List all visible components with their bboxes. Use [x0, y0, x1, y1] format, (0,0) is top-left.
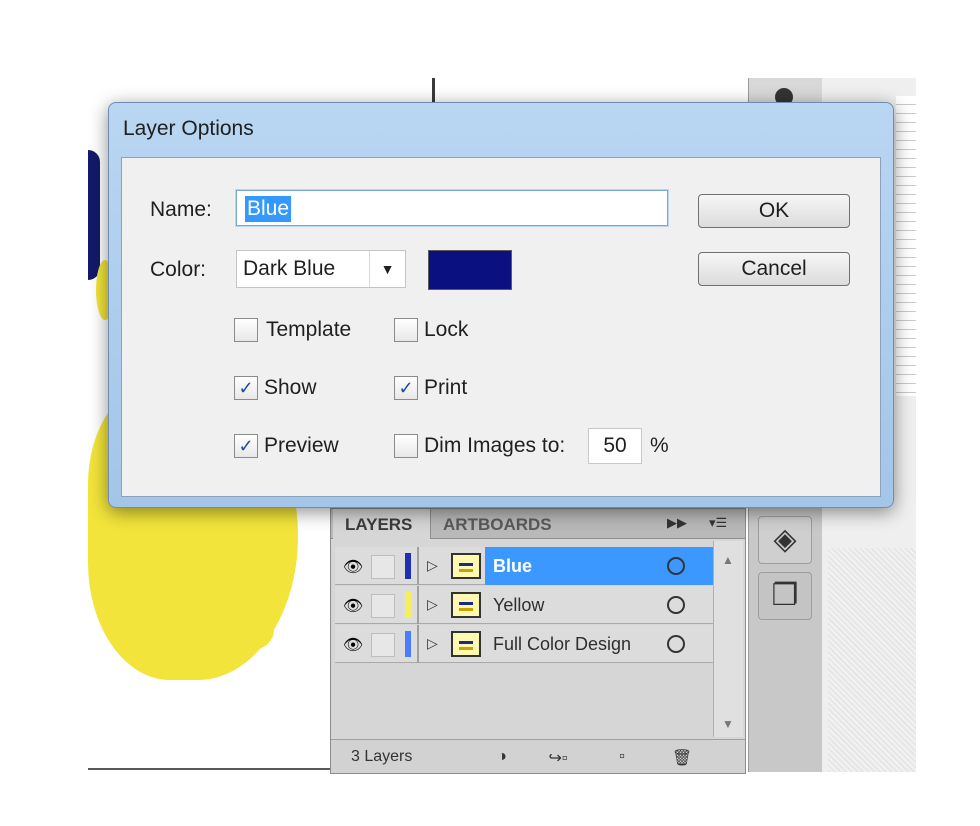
layer-name-area[interactable]: Yellow [485, 586, 713, 624]
lock-checkbox[interactable] [394, 318, 418, 342]
print-label: Print [424, 376, 468, 399]
color-select[interactable]: Dark Blue ▼ [236, 250, 406, 288]
layer-name: Yellow [493, 595, 545, 615]
artwork-yellow-drip [150, 520, 230, 560]
layer-row[interactable]: 👁 ▷ Full Color Design [335, 625, 713, 663]
layers-panel: LAYERS ARTBOARDS ▶▶ ▾☰ 👁 ▷ Blue 👁 ▷ Yell… [330, 508, 746, 774]
lock-toggle[interactable] [371, 594, 395, 618]
show-checkbox[interactable]: ✓ [234, 376, 258, 400]
tab-layers[interactable]: LAYERS [333, 509, 431, 539]
layer-color-indicator [405, 592, 411, 618]
layer-thumbnail [451, 631, 481, 657]
target-circle-icon[interactable] [667, 635, 685, 653]
color-swatch[interactable] [428, 250, 512, 290]
name-label: Name: [150, 198, 212, 221]
layer-color-indicator [405, 553, 411, 579]
layer-name: Blue [493, 556, 533, 576]
preview-label: Preview [264, 434, 339, 457]
expand-triangle-icon[interactable]: ▷ [427, 557, 438, 574]
print-checkbox[interactable]: ✓ [394, 376, 418, 400]
show-label: Show [264, 376, 317, 399]
target-circle-icon[interactable] [667, 596, 685, 614]
name-input-value: Blue [245, 196, 292, 222]
lock-label: Lock [424, 318, 469, 341]
eye-icon[interactable]: 👁 [341, 557, 365, 576]
layer-options-dialog: Layer Options Name: Blue Color: Dark Blu… [108, 102, 894, 508]
template-checkbox[interactable] [234, 318, 258, 342]
trash-icon[interactable]: 🗑 [669, 748, 695, 768]
chevron-down-icon[interactable]: ▼ [369, 251, 405, 287]
lock-toggle[interactable] [371, 555, 395, 579]
lock-toggle[interactable] [371, 633, 395, 657]
layer-count: 3 Layers [351, 748, 413, 765]
name-input[interactable]: Blue [236, 190, 668, 226]
create-sublayer-icon[interactable]: ↪▫ [545, 748, 571, 768]
panel-menu-icon[interactable]: ▾☰ [709, 515, 727, 531]
layer-name-area[interactable]: Full Color Design [485, 625, 713, 663]
target-circle-icon[interactable] [667, 557, 685, 575]
artwork-yellow-drip [230, 610, 274, 650]
dock-icon-column: ◈ ❐ [752, 508, 818, 628]
layers-stack-icon[interactable]: ◈ [758, 516, 812, 564]
dim-images-percent-input[interactable]: 50 [588, 428, 642, 464]
scroll-down-icon[interactable]: ▼ [722, 717, 734, 731]
dialog-title: Layer Options [123, 117, 254, 140]
make-clipping-mask-icon[interactable]: ◑ [489, 748, 515, 766]
layer-row[interactable]: 👁 ▷ Yellow [335, 586, 713, 624]
expand-triangle-icon[interactable]: ▷ [427, 596, 438, 613]
panel-tab-bar: LAYERS ARTBOARDS ▶▶ ▾☰ [331, 509, 745, 539]
layer-name-area[interactable]: Blue [485, 547, 713, 585]
ok-button[interactable]: OK [698, 194, 850, 228]
collapse-panel-icon[interactable]: ▶▶ [667, 515, 687, 531]
layer-thumbnail [451, 592, 481, 618]
tab-artboards[interactable]: ARTBOARDS [431, 509, 571, 539]
preview-checkbox[interactable]: ✓ [234, 434, 258, 458]
eye-icon[interactable]: 👁 [341, 596, 365, 615]
layer-thumbnail [451, 553, 481, 579]
expand-triangle-icon[interactable]: ▷ [427, 635, 438, 652]
layer-name: Full Color Design [493, 634, 632, 654]
cancel-button[interactable]: Cancel [698, 252, 850, 286]
dim-images-label: Dim Images to: [424, 434, 566, 457]
template-label: Template [266, 318, 352, 341]
color-select-value: Dark Blue [243, 257, 336, 280]
layer-color-indicator [405, 631, 411, 657]
artboards-icon[interactable]: ❐ [758, 572, 812, 620]
illustrator-workspace: LAYERS ARTBOARDS ▶▶ ▾☰ 👁 ▷ Blue 👁 ▷ Yell… [0, 0, 980, 826]
scroll-up-icon[interactable]: ▲ [722, 553, 734, 567]
eye-icon[interactable]: 👁 [341, 635, 365, 654]
layer-row[interactable]: 👁 ▷ Blue [335, 547, 713, 585]
panel-footer: 3 Layers ◑ ↪▫ ▫ 🗑 [331, 739, 745, 773]
dim-images-checkbox[interactable] [394, 434, 418, 458]
color-label: Color: [150, 258, 207, 281]
create-new-layer-icon[interactable]: ▫ [609, 748, 635, 766]
percent-symbol: % [650, 434, 669, 457]
dialog-body: Name: Blue Color: Dark Blue ▼ OK Cancel … [121, 157, 881, 497]
artwork-blue-shape [88, 150, 100, 280]
layers-scrollbar[interactable]: ▲ ▼ [713, 541, 743, 737]
